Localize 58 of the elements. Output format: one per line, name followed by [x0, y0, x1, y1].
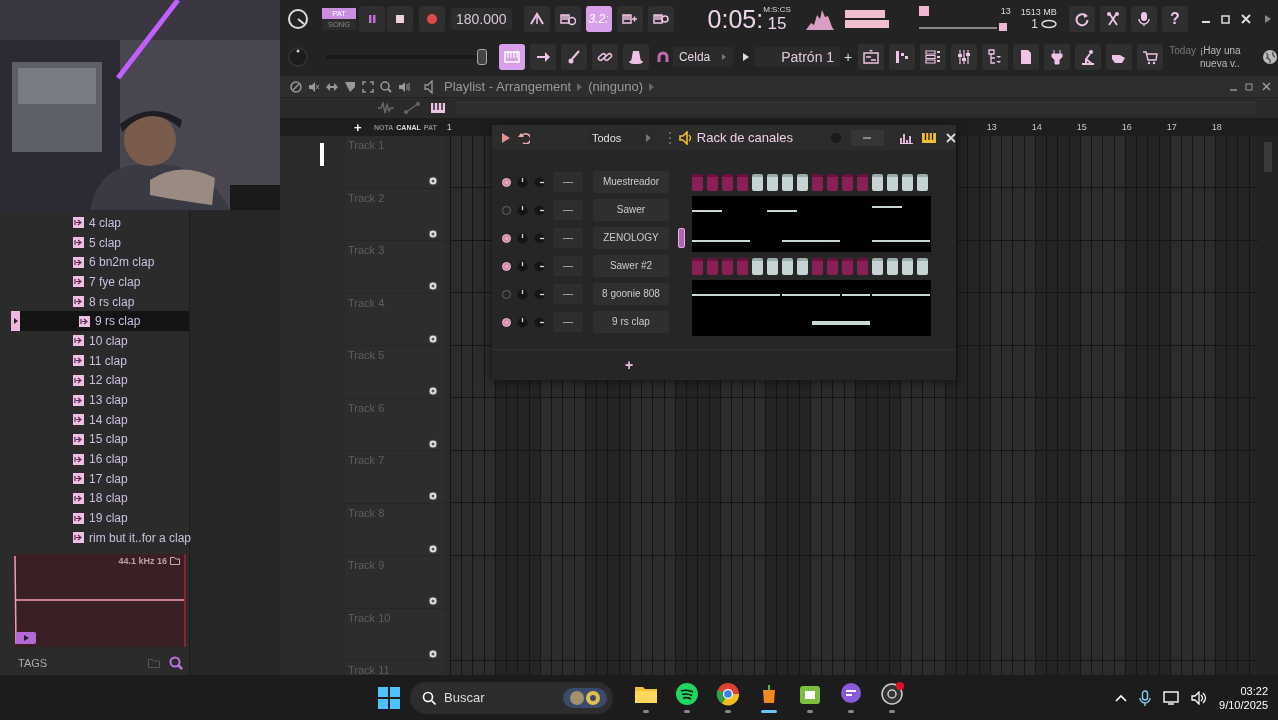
mixer-track-field[interactable]: —: [553, 228, 583, 248]
browser-item[interactable]: 11 clap: [20, 350, 189, 371]
mixer-track-field[interactable]: —: [553, 312, 583, 332]
browser-item[interactable]: 13 clap: [20, 390, 189, 410]
voices-count: 13: [1000, 6, 1011, 16]
cpu-count: 1: [1031, 17, 1038, 31]
browser-item[interactable]: 15 clap: [20, 429, 189, 450]
pattern-selector[interactable]: Patrón 1: [754, 47, 841, 67]
news-link[interactable]: ¡Hay una nueva v..: [1200, 44, 1258, 70]
mixer-track-field[interactable]: —: [553, 172, 583, 192]
add-pattern-button[interactable]: +: [844, 49, 853, 65]
channel-button[interactable]: 9 rs clap: [593, 311, 669, 333]
browser-item[interactable]: 9 rs clap: [20, 311, 189, 332]
tempo-field[interactable]: 180.000: [451, 8, 512, 30]
channel-button[interactable]: 8 goonie 808: [593, 283, 669, 305]
clock-time[interactable]: 03:22: [1240, 683, 1268, 698]
bar-number: 16: [1120, 122, 1133, 132]
song-time-centiseconds: 15: [767, 14, 787, 33]
browser-item[interactable]: 8 rs clap: [20, 291, 189, 312]
add-channel-button[interactable]: +: [625, 357, 634, 373]
browser-item[interactable]: 4 clap: [20, 213, 189, 233]
browser-item[interactable]: rim but it..for a clap: [20, 528, 192, 548]
help-button[interactable]: ?: [1161, 6, 1188, 32]
bar-number: 1: [445, 122, 453, 132]
browser-item[interactable]: 6 bn2m clap: [20, 252, 189, 273]
channel-button[interactable]: Sawer: [593, 199, 669, 221]
browser-item[interactable]: 16 clap: [20, 449, 189, 469]
clock-date[interactable]: 9/10/2025: [1219, 697, 1268, 712]
memory-usage: 1513 MB: [1020, 7, 1057, 17]
tags-label: TAGS: [18, 656, 48, 669]
sample-info: 44.1 kHz 16: [118, 555, 167, 566]
snap-dropdown[interactable]: Celda: [672, 47, 734, 67]
arrangement-name[interactable]: (ninguno): [588, 79, 644, 94]
bar-number: 13: [985, 122, 998, 132]
bar-number: 17: [1165, 122, 1178, 132]
song-time: 0:05:: [707, 5, 764, 33]
add-track-button[interactable]: +: [354, 119, 374, 135]
browser-item[interactable]: 5 clap: [20, 232, 189, 253]
channel-button[interactable]: Sawer #2: [593, 255, 669, 277]
browser-item[interactable]: 12 clap: [20, 370, 189, 391]
window-title: Playlist - Arrangement: [444, 79, 572, 94]
news-label: Today: [1169, 44, 1196, 57]
mixer-track-field[interactable]: —: [553, 284, 583, 304]
window-title: Rack de canales: [696, 130, 793, 145]
browser-item[interactable]: 17 clap: [20, 468, 189, 489]
channel-button[interactable]: ZENOLOGY: [593, 227, 669, 249]
browser-item[interactable]: 14 clap: [20, 409, 189, 430]
browser-item[interactable]: 7 fye clap: [20, 272, 189, 292]
browser-item[interactable]: 19 clap: [20, 508, 189, 528]
mixer-track-field[interactable]: —: [553, 200, 583, 220]
browser-item[interactable]: 10 clap: [20, 331, 189, 351]
bar-number: 18: [1210, 122, 1223, 132]
bar-number: 14: [1030, 122, 1043, 132]
mixer-track-field[interactable]: —: [553, 256, 583, 276]
channel-button[interactable]: Muestreador: [593, 171, 669, 193]
bar-number: 15: [1075, 122, 1088, 132]
time-unit-label: M:S:CS: [763, 5, 791, 14]
browser-item[interactable]: 18 clap: [20, 488, 189, 509]
